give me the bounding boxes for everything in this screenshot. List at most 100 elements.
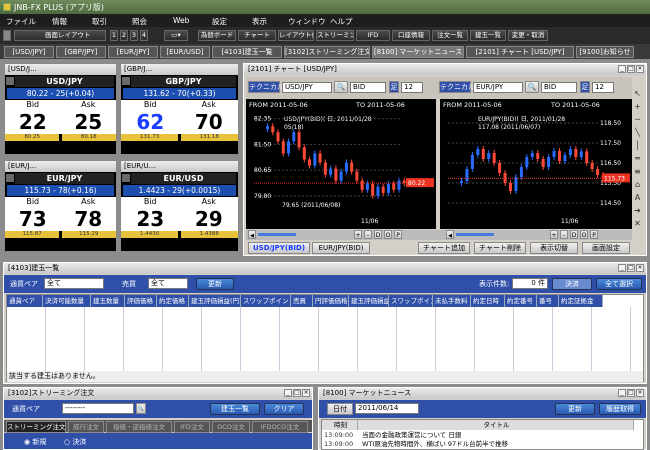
pair-select-left[interactable]: USD/JPY	[282, 82, 332, 93]
side-select-left[interactable]: BID	[350, 82, 386, 93]
zoom-in-icon[interactable]: +	[354, 230, 362, 239]
menu-help[interactable]: ヘルプ	[330, 16, 353, 27]
tab-usdjpy[interactable]: [USD/JPY]	[4, 46, 54, 58]
order-list-button[interactable]: 注文一覧	[432, 30, 468, 41]
vline-icon[interactable]: │	[632, 140, 643, 151]
refresh-button[interactable]: 更新	[196, 278, 234, 290]
chart-button[interactable]: チャート	[238, 30, 276, 41]
maximize-icon[interactable]: □	[627, 264, 635, 272]
technical-button-right[interactable]: テクニカル	[439, 81, 475, 93]
tab-gbpjpy[interactable]: [GBP/JPY]	[56, 46, 106, 58]
ifd-button[interactable]: IFD	[356, 30, 390, 41]
search-icon[interactable]: 🔍	[136, 403, 146, 414]
bid-price[interactable]: 62	[121, 110, 180, 134]
menu-inquiry[interactable]: 照会	[132, 16, 147, 27]
menu-web[interactable]: Web	[173, 16, 189, 25]
search-icon[interactable]: 🔍	[334, 81, 348, 93]
tab-eurjpy[interactable]: [EUR/JPY]	[108, 46, 158, 58]
draw-icon[interactable]: D	[374, 230, 382, 239]
count-input-right[interactable]: 12	[592, 82, 614, 93]
hline-icon[interactable]: ─	[632, 114, 643, 125]
channel-icon[interactable]: ═	[632, 153, 643, 164]
streaming-button[interactable]: ストリーミング	[316, 30, 354, 41]
tab-position-list[interactable]: [4103]建玉一覧	[212, 46, 282, 58]
select-all-button[interactable]: 全て選択	[596, 278, 642, 290]
news-row[interactable]: 13:09:00 当面の金融政策運営について 日銀	[322, 431, 642, 440]
tab-ifdoco[interactable]: IFDOCO注文	[252, 421, 308, 433]
cursor-icon[interactable]: ↖	[632, 88, 643, 99]
col-header[interactable]: 円評価価格	[313, 295, 349, 307]
layout-4-button[interactable]: 4	[140, 30, 148, 41]
position-list-button[interactable]: 建玉一覧	[470, 30, 506, 41]
col-header[interactable]: 番号	[537, 295, 559, 307]
tab-streaming-order[interactable]: [3102]ストリーミング注文	[284, 46, 370, 58]
zoom-out-icon-right[interactable]: -	[560, 230, 568, 239]
chart-tab-usdjpy[interactable]: USD/JPY(BID)	[248, 242, 310, 254]
col-header[interactable]: 約定番号	[505, 295, 537, 307]
layout-2-button[interactable]: 2	[120, 30, 128, 41]
period-select-right[interactable]: 足	[580, 81, 590, 93]
col-header[interactable]: 約定日時	[471, 295, 505, 307]
ask-price[interactable]: 78	[60, 207, 116, 231]
ask-price[interactable]: 70	[179, 110, 238, 134]
eraser-icon[interactable]: ✕	[632, 218, 643, 229]
chart-tab-eurjpy[interactable]: EUR/JPY(BID)	[312, 242, 370, 254]
tab-market-news[interactable]: [8100] マーケットニュース	[372, 46, 464, 58]
tab-notice[interactable]: [9100]お知らせ	[576, 46, 634, 58]
count-input-left[interactable]: 12	[401, 82, 423, 93]
col-header[interactable]: 建玉評価損益	[349, 295, 389, 307]
col-header[interactable]: スワップポイント	[389, 295, 433, 307]
col-header[interactable]: 決済可能数量	[43, 295, 91, 307]
minimize-icon[interactable]: _	[618, 65, 626, 73]
print-icon-right[interactable]: P	[590, 230, 598, 239]
option-icon-right[interactable]: O	[580, 230, 588, 239]
menu-file[interactable]: ファイル	[6, 16, 36, 27]
col-header[interactable]: 売買	[291, 295, 313, 307]
zoom-out-icon[interactable]: -	[364, 230, 372, 239]
side-select-right[interactable]: BID	[541, 82, 577, 93]
option-icon[interactable]: O	[384, 230, 392, 239]
tab-limit[interactable]: 指値・逆指値注文	[106, 421, 172, 433]
close-icon[interactable]: ×	[636, 65, 644, 73]
ask-price[interactable]: 29	[179, 207, 238, 231]
fx-board-button[interactable]: 為替ボード	[198, 30, 236, 41]
crosshair-icon[interactable]: +	[632, 101, 643, 112]
draw-icon-right[interactable]: D	[570, 230, 578, 239]
news-refresh-button[interactable]: 更新	[555, 403, 595, 415]
account-info-button[interactable]: 口座情報	[392, 30, 430, 41]
tab-chart[interactable]: [2101] チャート [USD/JPY]	[466, 46, 574, 58]
delete-chart-button[interactable]: チャート削除	[474, 242, 526, 254]
position-list-button[interactable]: 建玉一覧	[210, 403, 260, 415]
close-icon[interactable]: ×	[636, 264, 644, 272]
minimize-icon[interactable]: _	[284, 389, 292, 397]
col-header[interactable]: 評価価格	[125, 295, 157, 307]
minimize-icon[interactable]: _	[618, 389, 626, 397]
settle-button[interactable]: 決済	[552, 278, 592, 290]
modify-cancel-button[interactable]: 変更・取消	[508, 30, 548, 41]
zoom-in-icon-right[interactable]: +	[550, 230, 558, 239]
bid-price[interactable]: 73	[5, 207, 61, 231]
fib-icon[interactable]: ≡	[632, 166, 643, 177]
menu-trade[interactable]: 取引	[92, 16, 107, 27]
new-radio[interactable]: ◉ 新規	[24, 437, 46, 447]
add-chart-button[interactable]: チャート追加	[418, 242, 470, 254]
col-header[interactable]: スワップポイント(円)	[241, 295, 291, 307]
maximize-icon[interactable]: □	[627, 65, 635, 73]
scroll-left-icon[interactable]: ◀	[248, 230, 256, 239]
menu-window[interactable]: ウィンドウ	[288, 16, 326, 27]
trendline-icon[interactable]: ╲	[632, 127, 643, 138]
close-icon[interactable]: ×	[636, 389, 644, 397]
close-icon[interactable]: ×	[302, 389, 310, 397]
screen-settings-button[interactable]: 画面設定	[582, 242, 630, 254]
col-header[interactable]: 建玉評価損益(円)	[189, 295, 241, 307]
print-icon[interactable]: P	[394, 230, 402, 239]
pair-select-right[interactable]: EUR/JPY	[473, 82, 523, 93]
stream-pair-select[interactable]: --------	[62, 403, 134, 414]
chart-scrollbar-right[interactable]	[456, 233, 494, 236]
toggle-view-button[interactable]: 表示切替	[530, 242, 578, 254]
minimize-icon[interactable]: _	[618, 264, 626, 272]
menu-settings[interactable]: 設定	[212, 16, 227, 27]
layout-1-button[interactable]: 1	[110, 30, 118, 41]
technical-button-left[interactable]: テクニカル	[248, 81, 284, 93]
period-select-left[interactable]: 足	[389, 81, 399, 93]
